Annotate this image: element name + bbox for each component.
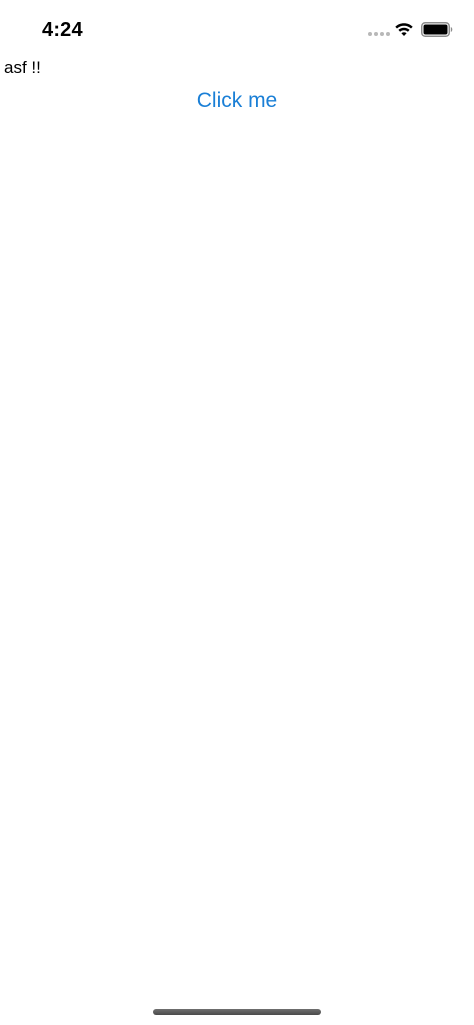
battery-icon: [421, 22, 453, 37]
signal-dots-icon: [368, 32, 390, 36]
click-me-button[interactable]: Click me: [167, 86, 307, 116]
status-bar: 4:24: [0, 0, 474, 56]
status-time: 4:24: [42, 19, 83, 41]
wifi-icon: [395, 23, 413, 36]
content-label: asf !!: [4, 58, 41, 77]
home-indicator[interactable]: [153, 1009, 321, 1015]
